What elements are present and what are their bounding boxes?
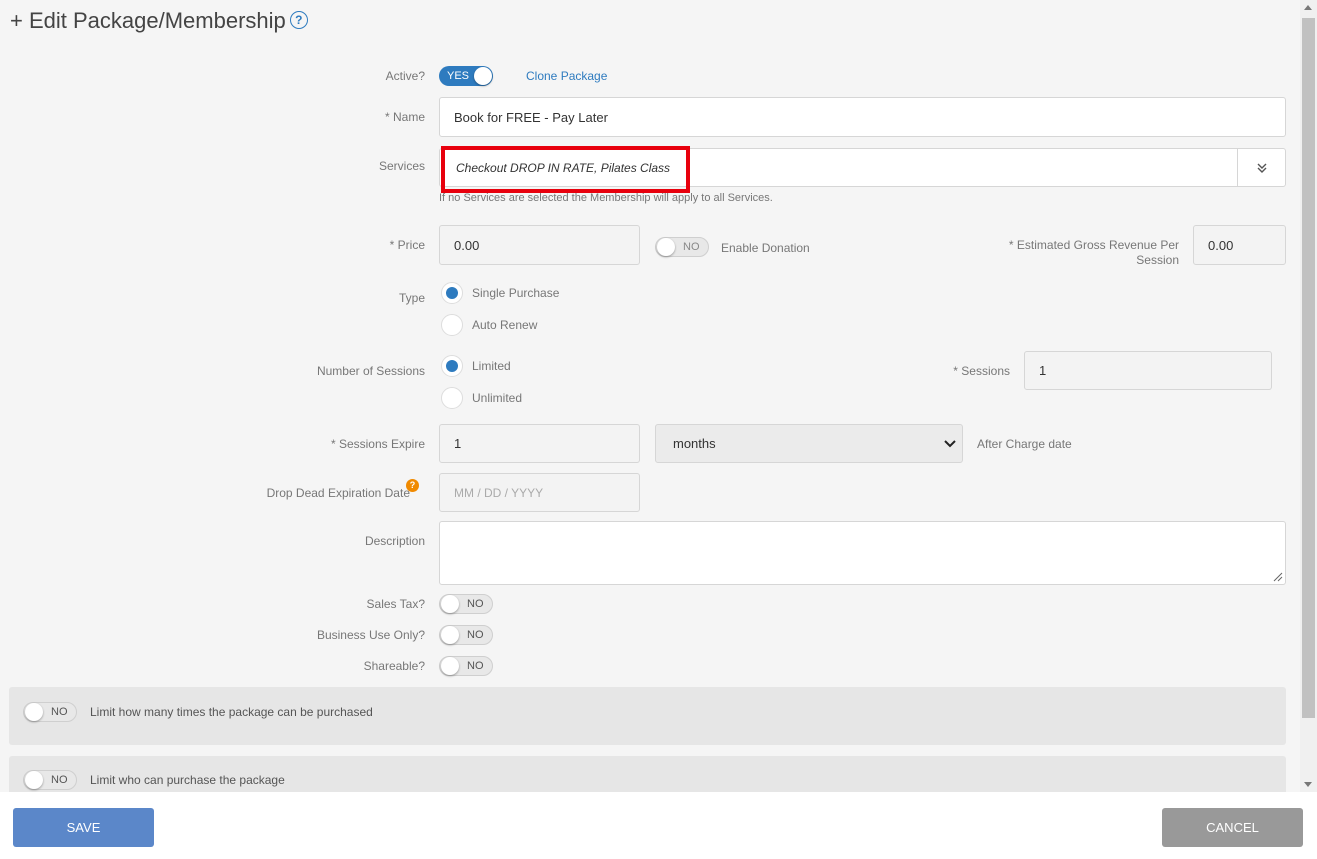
sales-tax-toggle-label: NO [467, 598, 484, 610]
business-use-toggle-label: NO [467, 629, 484, 641]
after-charge-date-label: After Charge date [977, 437, 1072, 451]
revenue-label-line1: * Estimated Gross Revenue Per [1008, 238, 1179, 252]
sessions-expire-label: * Sessions Expire [330, 437, 425, 451]
price-input[interactable]: 0.00 [439, 225, 640, 265]
single-purchase-label: Single Purchase [472, 286, 560, 300]
donation-toggle[interactable]: NO [655, 237, 709, 257]
vertical-scrollbar[interactable] [1300, 0, 1317, 792]
page-title: + Edit Package/Membership? [10, 8, 308, 34]
drop-dead-label: Drop Dead Expiration Date [266, 486, 410, 500]
limit-purchases-toggle[interactable]: NO [23, 702, 77, 722]
auto-renew-label: Auto Renew [472, 318, 538, 332]
revenue-label: * Estimated Gross Revenue Per Session [990, 238, 1179, 268]
shareable-label: Shareable? [363, 659, 425, 673]
resize-handle-icon[interactable] [1273, 572, 1283, 582]
services-label: Services [378, 159, 425, 173]
revenue-input-value: 0.00 [1208, 237, 1234, 253]
scroll-down-arrow-icon[interactable] [1304, 782, 1312, 787]
name-input[interactable]: Book for FREE - Pay Later [439, 97, 1286, 137]
services-expand-button[interactable] [1237, 149, 1286, 186]
auto-renew-radio[interactable] [441, 314, 463, 336]
type-label: Type [398, 291, 425, 305]
toggle-knob [474, 67, 492, 85]
business-use-toggle[interactable]: NO [439, 625, 493, 645]
toggle-knob [25, 703, 43, 721]
sessions-label: * Sessions [953, 364, 1010, 378]
name-label: * Name [384, 110, 425, 124]
limit-purchasers-label: Limit who can purchase the package [90, 773, 285, 787]
help-icon[interactable]: ? [289, 11, 308, 29]
unlimited-label: Unlimited [472, 391, 523, 405]
number-of-sessions-label: Number of Sessions [316, 364, 425, 378]
active-label: Active? [385, 69, 425, 83]
shareable-toggle[interactable]: NO [439, 656, 493, 676]
sessions-expire-value: 1 [454, 436, 462, 451]
price-label: * Price [389, 238, 425, 252]
sessions-input[interactable]: 1 [1024, 351, 1272, 390]
revenue-label-line2: Session [1136, 253, 1179, 267]
expire-unit-select[interactable]: months [655, 424, 963, 463]
limit-purchasers-toggle-label: NO [51, 774, 68, 786]
donation-label: Enable Donation [721, 241, 810, 255]
highlight-box [441, 146, 690, 193]
sessions-input-value: 1 [1039, 363, 1047, 378]
limit-purchasers-toggle[interactable]: NO [23, 770, 77, 790]
description-textarea[interactable] [439, 521, 1286, 585]
active-toggle-label: YES [447, 70, 470, 82]
page-title-text: + Edit Package/Membership [10, 8, 286, 33]
single-purchase-radio[interactable] [441, 282, 463, 304]
toggle-knob [25, 771, 43, 789]
description-label: Description [364, 534, 425, 548]
limit-purchasers-panel: NO Limit who can purchase the package [9, 756, 1286, 792]
active-toggle[interactable]: YES [439, 66, 493, 86]
expire-unit-value: months [673, 436, 716, 451]
price-input-value: 0.00 [454, 237, 480, 253]
drop-dead-date-input[interactable]: MM / DD / YYYY [439, 473, 640, 512]
footer-bar: SAVE CANCEL [0, 792, 1317, 859]
limit-purchases-panel: NO Limit how many times the package can … [9, 687, 1286, 745]
toggle-knob [657, 238, 675, 256]
limited-radio[interactable] [441, 355, 463, 377]
clone-package-link[interactable]: Clone Package [526, 69, 607, 83]
sales-tax-label: Sales Tax? [366, 597, 425, 611]
drop-dead-help-icon[interactable]: ? [406, 479, 419, 492]
shareable-toggle-label: NO [467, 660, 484, 672]
chevron-double-down-icon [1257, 163, 1267, 173]
sessions-expire-input[interactable]: 1 [439, 424, 640, 463]
chevron-down-icon [944, 440, 956, 448]
limit-purchases-label: Limit how many times the package can be … [90, 705, 373, 719]
revenue-input[interactable]: 0.00 [1193, 225, 1286, 265]
name-input-value: Book for FREE - Pay Later [454, 109, 608, 125]
toggle-knob [441, 595, 459, 613]
limit-purchases-toggle-label: NO [51, 706, 68, 718]
donation-toggle-label: NO [683, 241, 700, 253]
limited-label: Limited [472, 359, 511, 373]
scroll-thumb[interactable] [1302, 18, 1315, 718]
save-button[interactable]: SAVE [13, 808, 154, 847]
sales-tax-toggle[interactable]: NO [439, 594, 493, 614]
form-scroll-area[interactable]: + Edit Package/Membership? Active? YES C… [0, 0, 1300, 792]
cancel-button[interactable]: CANCEL [1162, 808, 1303, 847]
drop-dead-date-placeholder: MM / DD / YYYY [454, 485, 544, 500]
toggle-knob [441, 626, 459, 644]
scroll-up-arrow-icon[interactable] [1304, 5, 1312, 10]
business-use-label: Business Use Only? [316, 628, 425, 642]
toggle-knob [441, 657, 459, 675]
unlimited-radio[interactable] [441, 387, 463, 409]
services-hint: If no Services are selected the Membersh… [439, 192, 773, 204]
